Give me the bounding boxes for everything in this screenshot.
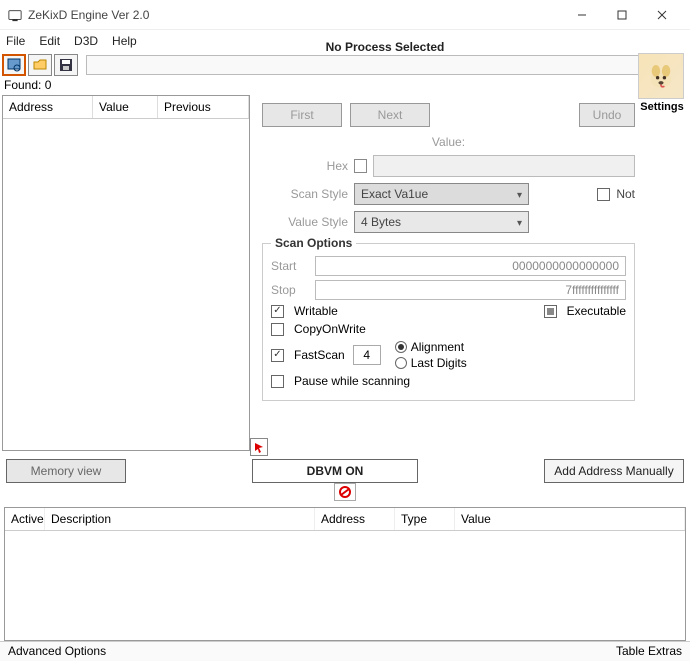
select-process-button[interactable] (2, 54, 26, 76)
alignment-radio[interactable] (395, 341, 407, 353)
pause-label: Pause while scanning (294, 374, 410, 388)
scan-style-label: Scan Style (262, 187, 348, 201)
hex-label: Hex (262, 159, 348, 173)
col-value2[interactable]: Value (455, 508, 685, 530)
close-button[interactable] (642, 3, 682, 27)
scan-style-dropdown[interactable]: Exact Va1ue (354, 183, 529, 205)
maximize-button[interactable] (602, 3, 642, 27)
chevron-down-icon (517, 215, 522, 229)
address-table-header: Active Description Address Type Value (5, 508, 685, 531)
value-label: Value: (262, 135, 635, 149)
alignment-label: Alignment (411, 340, 464, 354)
copyonwrite-checkbox[interactable] (271, 323, 284, 336)
open-file-button[interactable] (28, 54, 52, 76)
menu-file[interactable]: File (6, 34, 25, 48)
stop-label: Stop (271, 283, 307, 297)
results-header: Address Value Previous (3, 96, 249, 119)
value-style-dropdown[interactable]: 4 Bytes (354, 211, 529, 233)
scan-options-title: Scan Options (271, 236, 356, 250)
pause-checkbox[interactable] (271, 375, 284, 388)
col-value[interactable]: Value (93, 96, 158, 118)
col-previous[interactable]: Previous (158, 96, 249, 118)
menu-help[interactable]: Help (112, 34, 137, 48)
undo-scan-button[interactable]: Undo (579, 103, 635, 127)
col-description[interactable]: Description (45, 508, 315, 530)
scan-panel: First Next Undo Value: Hex Scan Style Ex… (250, 93, 690, 451)
col-address[interactable]: Address (3, 96, 93, 118)
fastscan-checkbox[interactable] (271, 349, 284, 362)
window-title: ZeKixD Engine Ver 2.0 (28, 8, 562, 22)
writable-label: Writable (294, 304, 338, 318)
value-input[interactable] (373, 155, 635, 177)
col-type[interactable]: Type (395, 508, 455, 530)
menu-d3d[interactable]: D3D (74, 34, 98, 48)
lastdigits-radio-row[interactable]: Last Digits (395, 356, 467, 370)
minimize-button[interactable] (562, 3, 602, 27)
delete-entry-button[interactable] (334, 483, 356, 501)
advanced-options-link[interactable]: Advanced Options (8, 644, 106, 659)
start-input[interactable] (315, 256, 626, 276)
not-checkbox[interactable] (597, 188, 610, 201)
chevron-down-icon (517, 187, 522, 201)
process-label: No Process Selected (326, 40, 445, 54)
results-list[interactable]: Address Value Previous (2, 95, 250, 451)
hex-checkbox[interactable] (354, 159, 367, 173)
not-checkbox-row[interactable]: Not (597, 187, 635, 201)
status-bar: Advanced Options Table Extras (0, 641, 690, 661)
titlebar: ZeKixD Engine Ver 2.0 (0, 0, 690, 30)
start-label: Start (271, 259, 307, 273)
scan-style-value: Exact Va1ue (361, 187, 428, 201)
not-label: Not (616, 187, 635, 201)
value-style-value: 4 Bytes (361, 215, 401, 229)
add-address-manually-button[interactable]: Add Address Manually (544, 459, 684, 483)
lastdigits-radio[interactable] (395, 357, 407, 369)
table-extras-link[interactable]: Table Extras (616, 644, 682, 659)
found-count: Found: 0 (0, 78, 690, 93)
col-address2[interactable]: Address (315, 508, 395, 530)
memory-view-button[interactable]: Memory view (6, 459, 126, 483)
col-active[interactable]: Active (5, 508, 45, 530)
copyonwrite-label: CopyOnWrite (294, 322, 366, 336)
fastscan-label: FastScan (294, 348, 345, 362)
writable-checkbox[interactable] (271, 305, 284, 318)
alignment-radio-row[interactable]: Alignment (395, 340, 467, 354)
process-bar[interactable]: No Process Selected (86, 55, 684, 75)
value-style-label: Value Style (262, 215, 348, 229)
address-table[interactable]: Active Description Address Type Value (4, 507, 686, 641)
dbvm-on-button[interactable]: DBVM ON (252, 459, 418, 483)
executable-label: Executable (567, 304, 626, 318)
menu-edit[interactable]: Edit (39, 34, 60, 48)
stop-input[interactable] (315, 280, 626, 300)
next-scan-button[interactable]: Next (350, 103, 430, 127)
app-icon (8, 8, 22, 22)
executable-checkbox[interactable] (544, 305, 557, 318)
fastscan-value[interactable] (353, 345, 381, 365)
first-scan-button[interactable]: First (262, 103, 342, 127)
save-button[interactable] (54, 54, 78, 76)
pointer-tool[interactable] (250, 438, 268, 456)
lastdigits-label: Last Digits (411, 356, 467, 370)
toolbar: No Process Selected (0, 52, 690, 78)
scan-options-box: Scan Options Start Stop Writable Executa… (262, 243, 635, 401)
